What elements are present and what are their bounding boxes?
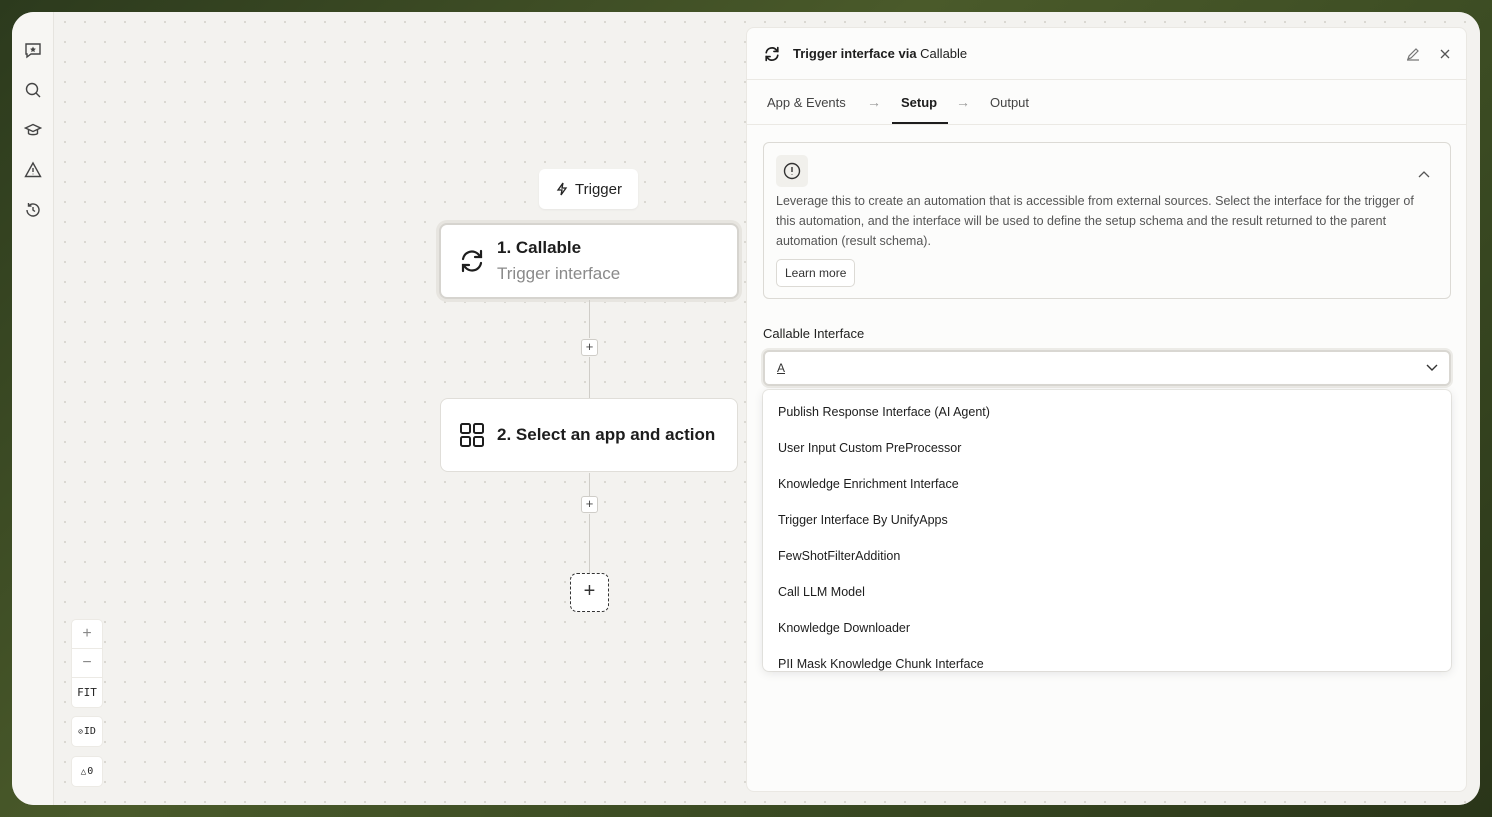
connector-line — [589, 514, 590, 573]
step-tabs: App & Events → Setup → Output — [747, 80, 1466, 125]
dropdown-option[interactable]: PII Mask Knowledge Chunk Interface — [763, 646, 1451, 671]
history-icon[interactable] — [22, 199, 44, 221]
connector-line — [589, 300, 590, 338]
eye-off-icon: ⊘ — [78, 727, 83, 736]
dropdown-option[interactable]: Call LLM Model — [763, 574, 1451, 610]
dropdown-option[interactable]: FewShotFilterAddition — [763, 538, 1451, 574]
warnings-count: 0 — [87, 766, 94, 777]
node1-subtitle: Trigger interface — [497, 264, 621, 283]
refresh-icon — [765, 46, 779, 61]
tab-setup[interactable]: Setup — [901, 95, 937, 110]
search-icon[interactable] — [22, 79, 44, 101]
callable-trigger-node[interactable]: 1. Callable Trigger interface — [439, 223, 739, 299]
arrow-right-icon: → — [956, 94, 970, 110]
add-step-button[interactable]: + — [581, 496, 598, 513]
dropdown-option[interactable]: Trigger Interface By UnifyApps — [763, 502, 1451, 538]
zoom-controls: + − FIT — [72, 620, 102, 707]
arrow-right-icon: → — [867, 94, 881, 110]
learn-more-button[interactable]: Learn more — [776, 259, 856, 287]
trigger-chip[interactable]: Trigger — [539, 169, 638, 209]
select-input-value[interactable]: A — [777, 361, 785, 375]
ai-chat-icon[interactable] — [22, 39, 44, 61]
step-config-panel: Trigger interface via Callable App & Eve… — [746, 27, 1467, 792]
close-icon[interactable] — [1436, 45, 1454, 63]
chevron-down-icon[interactable] — [1425, 360, 1441, 376]
refresh-icon — [457, 246, 487, 276]
panel-header: Trigger interface via Callable — [747, 28, 1466, 80]
warning-icon: △ — [80, 766, 87, 777]
select-app-node[interactable]: 2. Select an app and action — [440, 398, 738, 472]
info-callout: Leverage this to create an automation th… — [763, 142, 1451, 299]
edit-icon[interactable] — [1404, 45, 1422, 63]
dropdown-option[interactable]: User Input Custom PreProcessor — [763, 430, 1451, 466]
dropdown-option[interactable]: Knowledge Enrichment Interface — [763, 466, 1451, 502]
zoom-out-button[interactable]: − — [72, 649, 102, 678]
interface-options-dropdown: Publish Response Interface (AI Agent) Us… — [763, 390, 1451, 671]
active-tab-indicator — [892, 122, 948, 124]
add-step-button[interactable]: + — [581, 339, 598, 356]
callable-interface-label: Callable Interface — [763, 326, 865, 341]
graduation-cap-icon[interactable] — [22, 119, 44, 141]
dropdown-option[interactable]: Publish Response Interface (AI Agent) — [763, 394, 1451, 430]
connector-line — [589, 473, 590, 496]
info-circle-icon — [776, 155, 808, 187]
id-toggle-label: ID — [83, 726, 96, 737]
dropdown-option[interactable]: Knowledge Downloader — [763, 610, 1451, 646]
warning-icon[interactable] — [22, 159, 44, 181]
node1-title: 1. Callable — [497, 238, 582, 257]
apps-grid-icon — [457, 420, 487, 450]
panel-title: Trigger interface via Callable — [793, 46, 968, 61]
fit-view-button[interactable]: FIT — [72, 678, 102, 707]
chevron-up-icon[interactable] — [1418, 165, 1430, 183]
add-final-step-button[interactable]: + — [570, 573, 609, 612]
connector-line — [589, 357, 590, 398]
node2-title: 2. Select an app and action — [497, 425, 716, 444]
id-toggle-button[interactable]: ⊘ ID — [72, 717, 102, 746]
left-sidebar — [12, 12, 54, 805]
app-window: Trigger 1. Callable Trigger interface + … — [12, 12, 1480, 805]
tab-output[interactable]: Output — [990, 95, 1029, 110]
info-description: Leverage this to create an automation th… — [776, 194, 1414, 248]
tab-app-events[interactable]: App & Events — [767, 95, 846, 110]
warnings-button[interactable]: △ 0 — [72, 757, 102, 786]
lightning-icon — [556, 182, 568, 196]
trigger-chip-label: Trigger — [575, 180, 622, 198]
zoom-in-button[interactable]: + — [72, 620, 102, 649]
callable-interface-select[interactable]: A — [763, 350, 1451, 386]
